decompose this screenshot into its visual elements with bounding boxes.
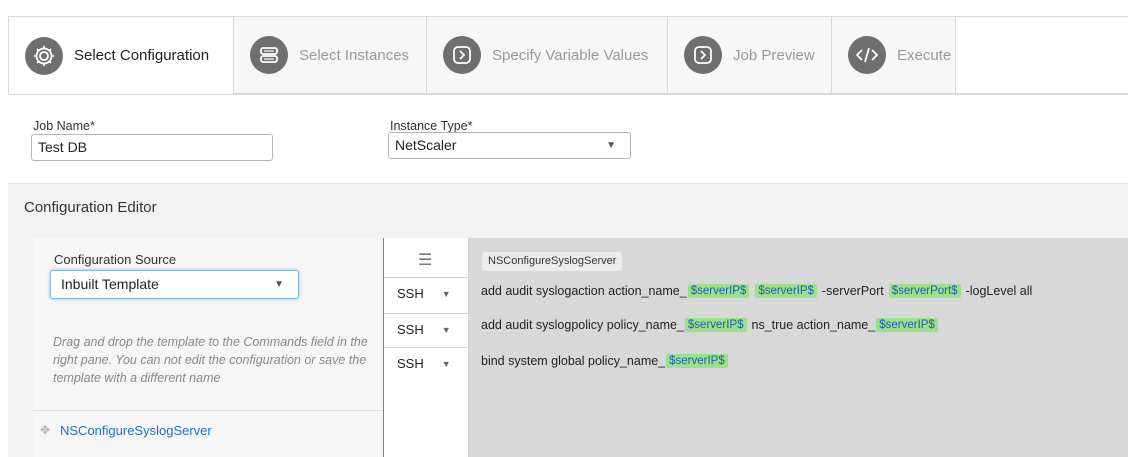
title-bar-cropped bbox=[0, 0, 1128, 16]
variable-chip: $serverIP$ bbox=[666, 354, 728, 368]
step-label: Select Instances bbox=[299, 46, 410, 64]
steps-filler bbox=[956, 17, 1128, 94]
drag-handle-icon[interactable]: ✥ bbox=[40, 423, 54, 437]
command-group-tag: NSConfigureSyslogServer bbox=[482, 252, 623, 271]
variable-chip: $serverIP$ bbox=[687, 284, 750, 298]
server-icon bbox=[250, 36, 288, 74]
step-label: Execute bbox=[897, 46, 952, 64]
instance-type-value: NetScaler bbox=[395, 137, 457, 153]
variable-chip: $serverIP$ bbox=[684, 318, 747, 332]
command-text: bind system global policy_name_ bbox=[481, 354, 666, 368]
section-title: Configuration Editor bbox=[24, 199, 157, 216]
configuration-source-label: Configuration Source bbox=[54, 252, 177, 267]
protocol-select[interactable]: SSH ▼ bbox=[384, 347, 469, 379]
hamburger-menu-icon[interactable]: ☰ bbox=[418, 250, 432, 270]
variable-chip: $serverPort$ bbox=[888, 284, 961, 298]
code-icon bbox=[848, 36, 886, 74]
job-name-label: Job Name* bbox=[33, 119, 95, 133]
step-select-instances[interactable]: Select Instances bbox=[234, 17, 427, 94]
configuration-source-value: Inbuilt Template bbox=[61, 276, 159, 292]
gear-icon bbox=[25, 36, 63, 75]
configuration-source-select[interactable]: Inbuilt Template ▼ bbox=[50, 270, 299, 299]
chevron-down-icon: ▼ bbox=[441, 324, 451, 335]
chevron-down-icon: ▼ bbox=[274, 279, 284, 290]
protocol-value: SSH bbox=[397, 322, 424, 337]
instance-type-select[interactable]: NetScaler ▼ bbox=[388, 132, 631, 159]
command-text: -logLevel all bbox=[965, 284, 1033, 298]
instance-type-label: Instance Type* bbox=[390, 119, 473, 133]
chevron-down-icon: ▼ bbox=[606, 140, 616, 151]
protocol-value: SSH bbox=[397, 356, 424, 371]
protocol-select[interactable]: SSH ▼ bbox=[384, 313, 469, 345]
protocol-select[interactable]: SSH ▼ bbox=[384, 277, 469, 309]
template-name: NSConfigureSyslogServer bbox=[60, 422, 212, 438]
wizard-steps: Select Configuration Select Instances Sp… bbox=[8, 16, 1128, 95]
step-label: Job Preview bbox=[733, 46, 815, 64]
step-specify-variable-values[interactable]: Specify Variable Values bbox=[427, 17, 668, 94]
chevron-down-icon: ▼ bbox=[441, 288, 451, 299]
command-line[interactable]: add audit syslogaction action_name_ $ser… bbox=[481, 284, 1032, 298]
chevron-right-icon bbox=[443, 36, 481, 74]
command-text: add audit syslogaction action_name_ bbox=[481, 284, 687, 298]
step-execute[interactable]: Execute bbox=[832, 17, 956, 94]
command-line[interactable]: bind system global policy_name_ $serverI… bbox=[481, 354, 729, 368]
chevron-right-icon bbox=[684, 36, 722, 74]
command-text: add audit syslogpolicy policy_name_ bbox=[481, 318, 684, 332]
template-item[interactable]: ✥ NSConfigureSyslogServer bbox=[40, 420, 212, 440]
variable-chip: $serverIP$ bbox=[755, 284, 817, 298]
divider bbox=[33, 410, 383, 411]
command-text: ns_true action_name_ bbox=[751, 318, 876, 332]
step-label: Specify Variable Values bbox=[492, 46, 649, 64]
command-line[interactable]: add audit syslogpolicy policy_name_ $ser… bbox=[481, 318, 939, 332]
command-text: -serverPort bbox=[821, 284, 884, 298]
step-select-configuration[interactable]: Select Configuration bbox=[9, 17, 234, 94]
help-text: Drag and drop the template to the Comman… bbox=[53, 335, 368, 385]
step-job-preview[interactable]: Job Preview bbox=[668, 17, 832, 94]
chevron-down-icon: ▼ bbox=[441, 358, 451, 369]
variable-chip: $serverIP$ bbox=[876, 318, 938, 332]
protocol-value: SSH bbox=[397, 286, 424, 301]
step-label: Select Configuration bbox=[74, 47, 210, 64]
job-name-input[interactable]: Test DB bbox=[31, 134, 273, 161]
